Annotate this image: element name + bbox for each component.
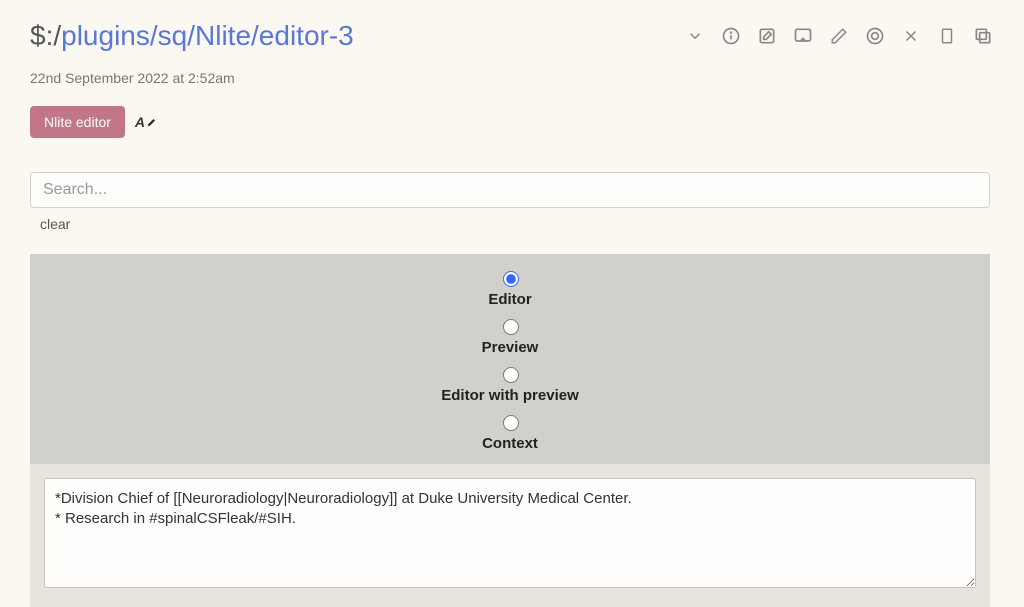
- expand-icon[interactable]: [684, 25, 706, 47]
- mode-panel: Editor Preview Editor with preview Conte…: [30, 254, 990, 464]
- target-icon[interactable]: [864, 25, 886, 47]
- info-icon[interactable]: [720, 25, 742, 47]
- title-prefix: $:/: [30, 20, 61, 51]
- fold-icon[interactable]: [936, 25, 958, 47]
- editor-area: [30, 464, 990, 607]
- radio-context-label: Context: [482, 435, 538, 452]
- tag-format-action[interactable]: A: [135, 114, 156, 130]
- radio-context[interactable]: [503, 415, 519, 431]
- presentation-icon[interactable]: [792, 25, 814, 47]
- search-input[interactable]: [30, 172, 990, 208]
- title-path: plugins/sq/Nlite/editor-3: [61, 20, 354, 51]
- page-title[interactable]: $:/plugins/sq/Nlite/editor-3: [30, 20, 354, 52]
- edit-icon[interactable]: [756, 25, 778, 47]
- clear-button[interactable]: clear: [40, 216, 70, 232]
- radio-editor-preview-label: Editor with preview: [441, 387, 579, 404]
- pencil-icon[interactable]: [828, 25, 850, 47]
- timestamp: 22nd September 2022 at 2:52am: [30, 70, 994, 86]
- tag-nlite-editor[interactable]: Nlite editor: [30, 106, 125, 138]
- radio-editor-label: Editor: [488, 291, 531, 308]
- radio-preview[interactable]: [503, 319, 519, 335]
- radio-preview-label: Preview: [482, 339, 539, 356]
- toolbar: [684, 25, 994, 47]
- close-icon[interactable]: [900, 25, 922, 47]
- editor-textarea[interactable]: [44, 478, 976, 588]
- copy-icon[interactable]: [972, 25, 994, 47]
- radio-editor-preview[interactable]: [503, 367, 519, 383]
- radio-editor[interactable]: [503, 271, 519, 287]
